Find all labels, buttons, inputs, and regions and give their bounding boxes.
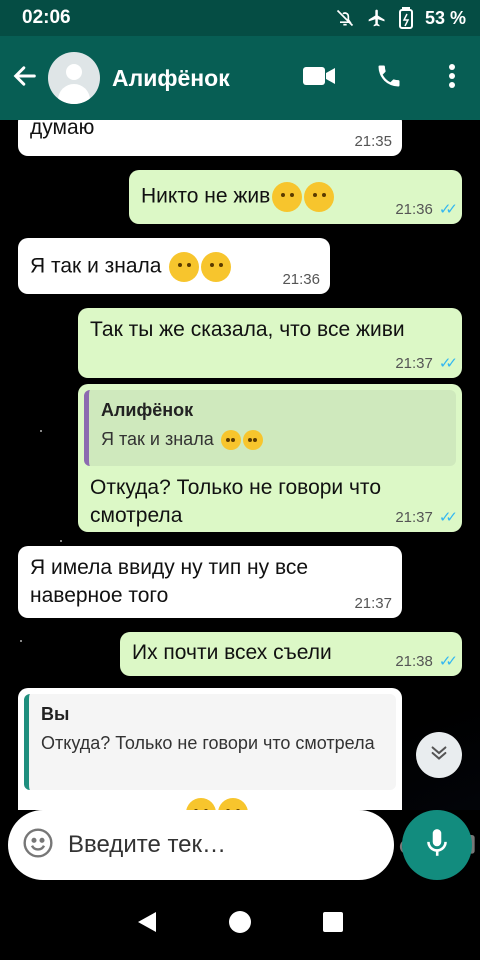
more-vert-icon [448, 63, 456, 94]
message-time: 21:35 [354, 133, 392, 150]
nav-recents-icon [322, 911, 344, 938]
message-incoming[interactable]: Я так и знала 21:36 [18, 238, 330, 294]
quoted-author: Алифёнок [101, 400, 194, 420]
sneezing-emoji-icon [304, 182, 335, 212]
video-call-button[interactable] [284, 36, 354, 120]
emoji-icon [186, 798, 216, 810]
message-incoming-reply[interactable]: Вы Откуда? Только не говори что смотрела [18, 688, 402, 810]
status-time: 02:06 [22, 7, 71, 28]
smirk-emoji-icon [201, 252, 232, 282]
read-ticks-icon: ✓✓ [438, 509, 458, 526]
emoji-icon [22, 827, 54, 864]
sneezing-emoji-icon [272, 182, 303, 212]
emoji-icon [218, 798, 248, 810]
bell-off-icon [335, 8, 355, 28]
battery-percent: 53 % [424, 7, 466, 28]
frowning-emoji-icon [169, 252, 200, 282]
message-text: Никто не жив [141, 184, 271, 208]
quoted-text: Я так и знала [101, 429, 214, 449]
nav-home-button[interactable] [220, 904, 260, 944]
airplane-icon [367, 8, 387, 28]
message-text: Откуда? Только не говори что смотрела [90, 476, 381, 527]
voice-record-button[interactable] [402, 810, 472, 880]
nav-home-icon [228, 910, 252, 939]
system-nav-bar [0, 888, 480, 960]
nav-recents-button[interactable] [313, 904, 353, 944]
status-bar: 02:06 53 % [0, 0, 480, 36]
nav-back-icon [136, 910, 158, 939]
frowning-emoji-icon [220, 430, 241, 451]
quoted-author: Вы [41, 704, 70, 724]
video-call-icon [302, 64, 336, 93]
message-incoming[interactable]: Я имела ввиду ну тип ну все наверное тог… [18, 546, 402, 618]
message-outgoing-reply[interactable]: Алифёнок Я так и знала Откуда? Только не… [78, 384, 462, 532]
message-text: Их почти всех съели [132, 641, 332, 664]
back-button[interactable] [2, 36, 48, 120]
message-time: 21:36 [395, 200, 433, 218]
composer [8, 810, 475, 880]
quoted-message[interactable]: Алифёнок Я так и знала [84, 390, 456, 466]
read-ticks-icon: ✓✓ [438, 653, 458, 670]
message-outgoing[interactable]: Их почти всех съели 21:38 ✓✓ [120, 632, 462, 676]
message-text: Я имела ввиду ну тип ну все наверное тог… [30, 556, 309, 607]
message-incoming[interactable]: думаю 21:35 [18, 120, 402, 156]
more-options-button[interactable] [424, 36, 480, 120]
scroll-to-bottom-button[interactable] [416, 732, 462, 778]
message-input[interactable] [68, 831, 378, 859]
chevron-down-icon [428, 742, 450, 769]
message-time: 21:37 [354, 595, 392, 612]
quoted-message[interactable]: Вы Откуда? Только не говори что смотрела [24, 694, 396, 790]
quoted-text: Откуда? Только не говори что смотрела [41, 733, 375, 753]
chat-header: Алифёнок [0, 36, 480, 120]
smirk-emoji-icon [242, 430, 263, 451]
phone-icon [375, 62, 403, 95]
message-text: Так ты же сказала, что все живи [90, 318, 405, 341]
nav-back-button[interactable] [127, 904, 167, 944]
battery-icon [398, 7, 413, 29]
message-time: 21:36 [282, 271, 320, 288]
read-ticks-icon: ✓✓ [438, 201, 458, 218]
status-icons: 53 % [335, 7, 466, 29]
chat-area[interactable]: думаю 21:35 Никто не жив 21:36 ✓✓ Я так и… [0, 120, 480, 810]
emoji-button[interactable] [22, 827, 54, 863]
message-text: думаю [30, 120, 95, 139]
message-time: 21:38 [395, 652, 433, 670]
back-arrow-icon [11, 62, 39, 95]
avatar[interactable] [48, 52, 100, 104]
message-text: Я так и знала [30, 254, 162, 278]
message-time: 21:37 [395, 508, 433, 526]
message-outgoing[interactable]: Никто не жив 21:36 ✓✓ [129, 170, 462, 224]
message-time: 21:37 [395, 354, 433, 372]
contact-name[interactable]: Алифёнок [112, 65, 284, 92]
voice-call-button[interactable] [354, 36, 424, 120]
mic-icon [424, 827, 450, 864]
read-ticks-icon: ✓✓ [438, 355, 458, 372]
message-outgoing[interactable]: Так ты же сказала, что все живи 21:37 ✓✓ [78, 308, 462, 378]
